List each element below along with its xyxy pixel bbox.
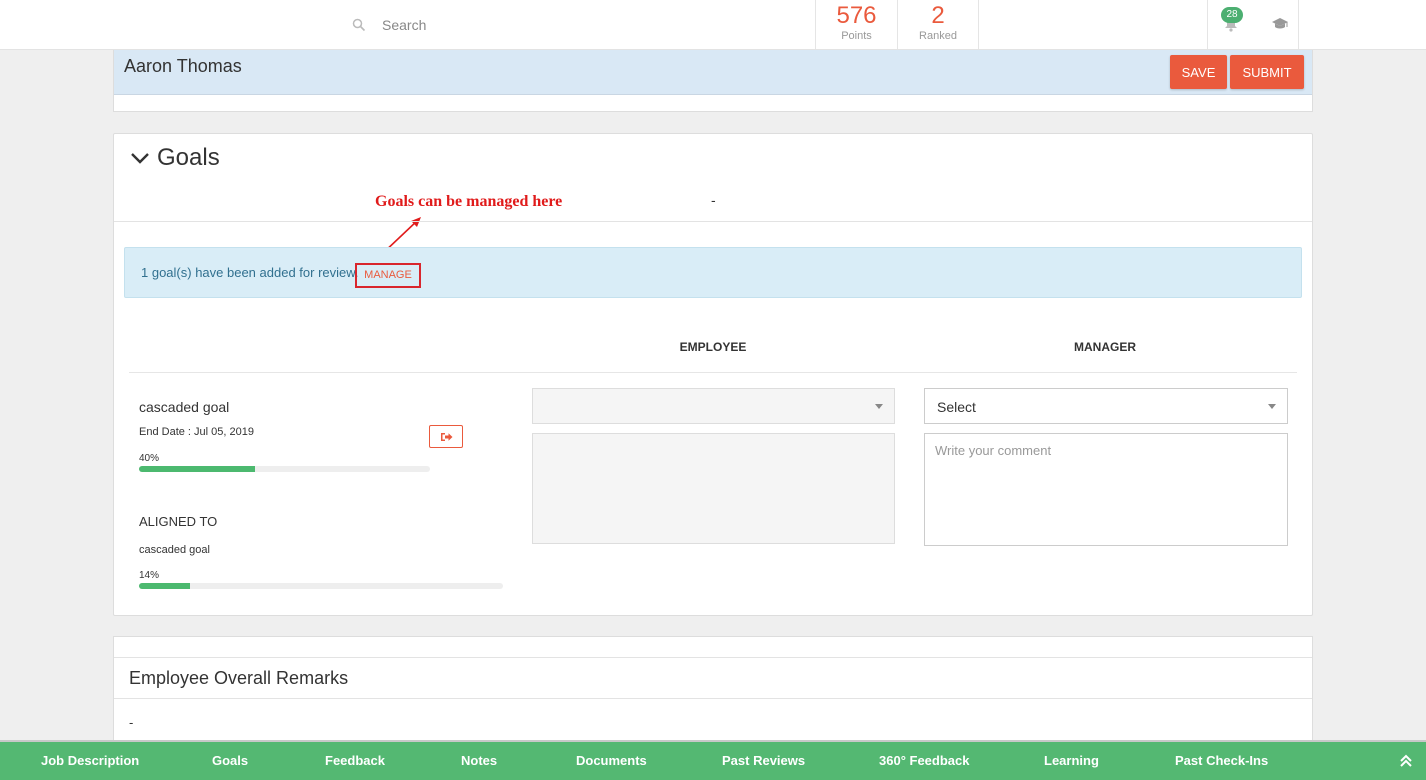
employee-header-card: Aaron Thomas SAVE SUBMIT	[113, 50, 1313, 112]
nav-goals[interactable]: Goals	[212, 753, 248, 768]
remarks-card: Employee Overall Remarks -	[113, 636, 1313, 756]
goals-title: Goals	[157, 144, 220, 171]
annotation-text: Goals can be managed here	[375, 193, 563, 210]
double-chevron-up-icon[interactable]	[1399, 754, 1413, 768]
goal-name: cascaded goal	[139, 399, 230, 415]
caret-down-icon	[1268, 404, 1276, 409]
top-bar: 576 Points 2 Ranked 28	[0, 0, 1426, 50]
aligned-to-heading: ALIGNED TO	[139, 514, 218, 529]
remarks-top-divider	[114, 657, 1312, 658]
notification-badge: 28	[1221, 7, 1243, 23]
nav-job-description[interactable]: Job Description	[41, 753, 139, 768]
employee-header-band: Aaron Thomas SAVE SUBMIT	[114, 50, 1312, 95]
goal-progress-label: 40%	[139, 453, 160, 464]
ranked-label: Ranked	[919, 30, 957, 42]
goals-info-alert: 1 goal(s) have been added for review. MA…	[124, 247, 1302, 298]
manage-goals-link[interactable]: MANAGE	[355, 263, 421, 288]
search-input[interactable]	[382, 17, 682, 33]
goal-progress-bar	[139, 466, 430, 472]
points-value: 576	[836, 2, 877, 29]
ranked-stat[interactable]: 2 Ranked	[897, 0, 979, 49]
remarks-title: Employee Overall Remarks	[129, 668, 349, 688]
goals-divider	[114, 221, 1312, 222]
employee-comment-box	[532, 433, 895, 544]
aligned-progress-label: 14%	[139, 570, 160, 581]
nav-learning[interactable]: Learning	[1044, 753, 1099, 768]
ranked-value: 2	[931, 2, 945, 29]
aligned-progress-fill	[139, 583, 190, 589]
goal-open-button[interactable]	[429, 425, 463, 448]
goals-info-text: 1 goal(s) have been added for review.	[141, 265, 359, 280]
employee-name: Aaron Thomas	[124, 56, 242, 76]
top-icons: 28	[1207, 0, 1299, 49]
caret-down-icon	[875, 404, 883, 409]
remarks-divider	[114, 698, 1312, 699]
bottom-nav: Job Description Goals Feedback Notes Doc…	[0, 740, 1426, 780]
nav-notes[interactable]: Notes	[461, 753, 497, 768]
graduation-cap-icon[interactable]	[1271, 17, 1289, 31]
chevron-down-icon	[131, 153, 149, 164]
aligned-goal-name: cascaded goal	[139, 544, 210, 556]
nav-past-check-ins[interactable]: Past Check-Ins	[1175, 753, 1268, 768]
submit-button[interactable]: SUBMIT	[1230, 55, 1304, 89]
aligned-progress-bar	[139, 583, 503, 589]
goals-section-toggle[interactable]: Goals	[130, 144, 220, 172]
employee-column-header: EMPLOYEE	[679, 340, 747, 354]
sign-out-icon	[441, 433, 453, 441]
table-divider	[129, 372, 1297, 373]
search-icon	[352, 18, 366, 32]
save-button[interactable]: SAVE	[1170, 55, 1227, 89]
goal-end-date: End Date : Jul 05, 2019	[139, 426, 254, 438]
points-stat[interactable]: 576 Points	[815, 0, 897, 49]
manager-column-header: MANAGER	[1074, 340, 1136, 354]
search-box	[352, 14, 682, 36]
nav-past-reviews[interactable]: Past Reviews	[722, 753, 805, 768]
goal-progress-fill	[139, 466, 256, 472]
goals-card: Goals Goals can be managed here - 1 goal…	[113, 133, 1313, 616]
manager-rating-select[interactable]: Select	[924, 388, 1288, 424]
points-label: Points	[841, 30, 872, 42]
remarks-value: -	[129, 715, 134, 730]
manager-comment-field[interactable]	[924, 433, 1288, 546]
nav-feedback[interactable]: Feedback	[325, 753, 385, 768]
manager-select-value: Select	[937, 399, 976, 415]
goals-dash: -	[711, 192, 716, 208]
nav-documents[interactable]: Documents	[576, 753, 647, 768]
employee-rating-select[interactable]	[532, 388, 895, 424]
nav-360-feedback[interactable]: 360° Feedback	[879, 753, 969, 768]
